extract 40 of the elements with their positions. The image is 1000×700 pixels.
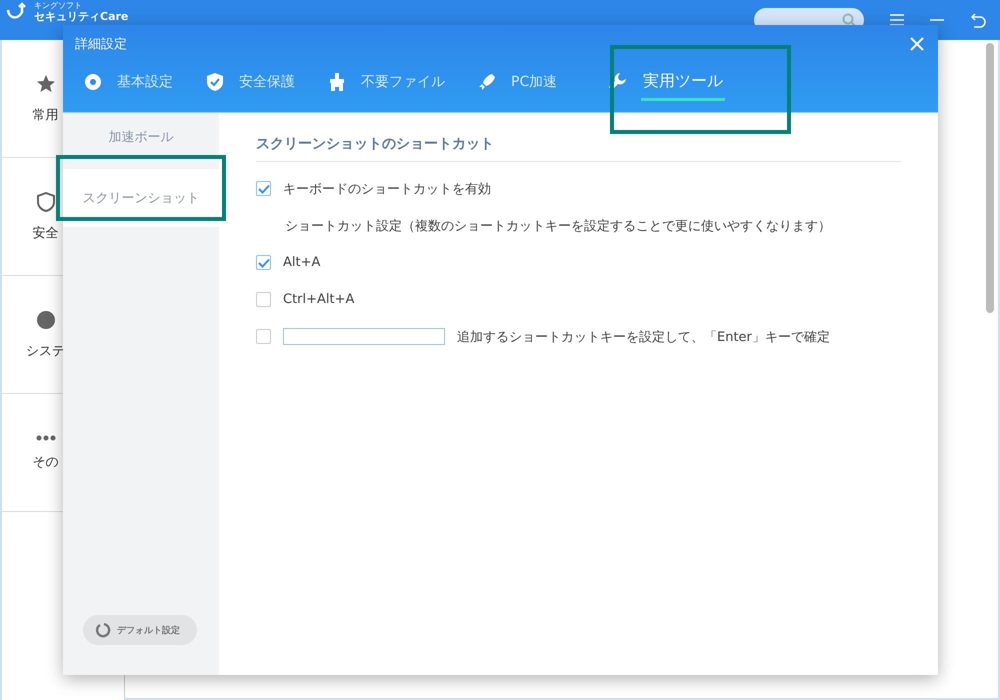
shortcut-note: ショートカット設定（複数のショートカットキーを設定することで更に使いやすくなります） [285, 218, 831, 234]
star-icon [36, 74, 56, 94]
reset-icon [95, 622, 111, 638]
dialog-title: 詳細設定 [75, 36, 127, 53]
checkbox-label: Ctrl+Alt+A [283, 292, 354, 307]
checkbox-label: Alt+A [283, 255, 320, 270]
tab-icon [205, 72, 225, 92]
checkbox[interactable] [256, 181, 271, 196]
nav-label[interactable]: その [32, 452, 58, 470]
shield-icon [36, 192, 56, 212]
close-icon[interactable] [910, 37, 924, 51]
back-icon[interactable] [970, 12, 986, 28]
section-title: スクリーンショットのショートカット [256, 135, 901, 162]
dots-icon [36, 434, 56, 440]
tab-icon [83, 72, 103, 92]
search-icon [842, 13, 856, 27]
shortcut-input[interactable] [283, 328, 445, 345]
checkbox[interactable] [256, 255, 271, 270]
minimize-icon[interactable] [930, 18, 944, 22]
checkbox[interactable] [256, 292, 271, 307]
tab-icon [327, 72, 347, 92]
tab[interactable]: PC加速 [477, 65, 558, 99]
sidebar-item[interactable]: スクリーンショット [63, 169, 219, 227]
nav-label[interactable]: 常用 [32, 106, 58, 124]
logo-title: セキュリティCare [34, 11, 128, 22]
tab-icon [477, 72, 497, 92]
scrollbar[interactable] [986, 43, 994, 313]
tab[interactable]: 安全保護 [205, 65, 295, 99]
tab[interactable]: 実用ツール [607, 65, 726, 113]
checkbox-label: キーボードのショートカットを有効 [283, 180, 491, 198]
checkbox[interactable] [256, 329, 271, 344]
sidebar-item[interactable]: 加速ボール [63, 113, 219, 161]
menu-icon[interactable] [890, 14, 904, 26]
nav-label[interactable]: システ [26, 342, 65, 360]
tab[interactable]: 基本設定 [83, 65, 173, 99]
default-settings-button[interactable]: デフォルト設定 [83, 615, 197, 645]
nav-label[interactable]: 安全 [32, 224, 58, 242]
tab[interactable]: 不要ファイル [327, 65, 445, 99]
logo-subtitle: キングソフト [34, 2, 83, 10]
input-hint: 追加するショートカットキーを設定して、「Enter」キーで確定 [457, 328, 830, 346]
